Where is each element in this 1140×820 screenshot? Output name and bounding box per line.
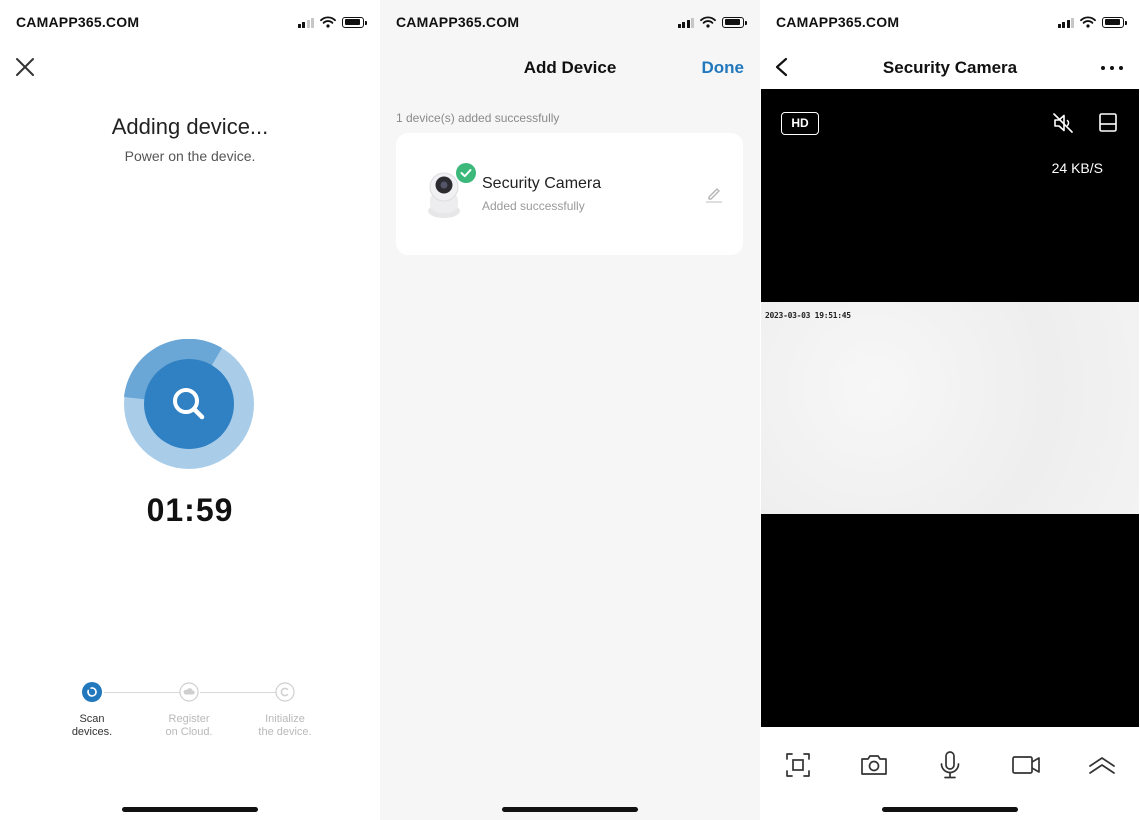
more-dots-icon[interactable] [1098, 54, 1126, 78]
microphone-icon[interactable] [934, 749, 966, 781]
battery-icon [1102, 16, 1127, 28]
status-icons [1057, 15, 1127, 29]
carrier-label: CAMAPP365.COM [396, 14, 520, 30]
add-device-screen: CAMAPP365.COM Add Device Done 1 device(s… [380, 0, 760, 820]
countdown-timer: 01:59 [146, 492, 234, 528]
device-name: Security Camera [482, 175, 602, 192]
app-root: CAMAPP365.COM Adding device... Power on … [0, 0, 1140, 820]
wifi-icon [320, 16, 336, 28]
wifi-icon [700, 16, 716, 28]
carrier-label: CAMAPP365.COM [16, 14, 140, 30]
status-bar: CAMAPP365.COM [380, 0, 760, 44]
home-indicator [502, 807, 638, 812]
video-record-icon[interactable] [1010, 749, 1042, 781]
battery-icon [722, 16, 747, 28]
adding-device-screen: CAMAPP365.COM Adding device... Power on … [0, 0, 380, 820]
speaker-muted-icon[interactable] [1051, 111, 1075, 135]
page-subtitle: Power on the device. [124, 148, 256, 164]
camera-device-icon [428, 163, 476, 218]
status-bar: CAMAPP365.COM [760, 0, 1140, 44]
status-bar: CAMAPP365.COM [0, 0, 380, 44]
signal-icon [297, 17, 314, 28]
screenshot-frame-icon[interactable] [782, 749, 814, 781]
feed-timestamp: 2023-03-03 19:51:45 [765, 311, 851, 320]
carrier-label: CAMAPP365.COM [776, 14, 900, 30]
bitrate-readout: 24 KB/S [1051, 160, 1103, 176]
scan-animation [124, 339, 254, 469]
cloud-icon [179, 682, 199, 702]
camera-live-screen: CAMAPP365.COM Security Camera HD 24 KB/S… [760, 0, 1140, 820]
step-register: Register on Cloud. [144, 680, 234, 739]
home-indicator [882, 807, 1018, 812]
status-icons [297, 15, 367, 29]
wifi-icon [1080, 16, 1096, 28]
initialize-icon [275, 682, 295, 702]
step-scan: Scan devices. [47, 680, 137, 739]
camera-toolbar [760, 727, 1140, 802]
page-title: Security Camera [882, 58, 1018, 77]
camera-icon[interactable] [858, 749, 890, 781]
scan-step-icon [82, 682, 102, 702]
device-status: Added successfully [482, 199, 585, 213]
signal-icon [1057, 17, 1074, 28]
battery-icon [342, 16, 367, 28]
chevrons-up-icon[interactable] [1086, 749, 1118, 781]
done-button[interactable]: Done [702, 58, 745, 78]
hd-toggle-button[interactable]: HD [781, 112, 819, 135]
status-icons [677, 15, 747, 29]
pencil-icon[interactable] [704, 183, 724, 203]
close-icon[interactable] [14, 56, 36, 78]
step-initialize: Initialize the device. [240, 680, 330, 739]
step-label: Scan devices. [71, 713, 113, 738]
nav-bar: Security Camera [760, 52, 1140, 82]
step-label: Initialize the device. [258, 713, 312, 738]
video-player[interactable]: HD 24 KB/S 2023-03-03 19:51:45 [761, 89, 1139, 727]
camera-feed-image: 2023-03-03 19:51:45 [761, 302, 1139, 514]
device-card[interactable]: Security Camera Added successfully [396, 133, 743, 255]
layout-icon[interactable] [1097, 111, 1119, 135]
signal-icon [677, 17, 694, 28]
step-label: Register on Cloud. [165, 713, 213, 738]
home-indicator [122, 807, 258, 812]
page-title: Adding device... [111, 114, 269, 139]
nav-bar: Add Device Done [380, 52, 760, 82]
progress-steps: Scan devices. Register on Cloud. Initial… [0, 680, 380, 750]
added-count-note: 1 device(s) added successfully [396, 111, 560, 125]
